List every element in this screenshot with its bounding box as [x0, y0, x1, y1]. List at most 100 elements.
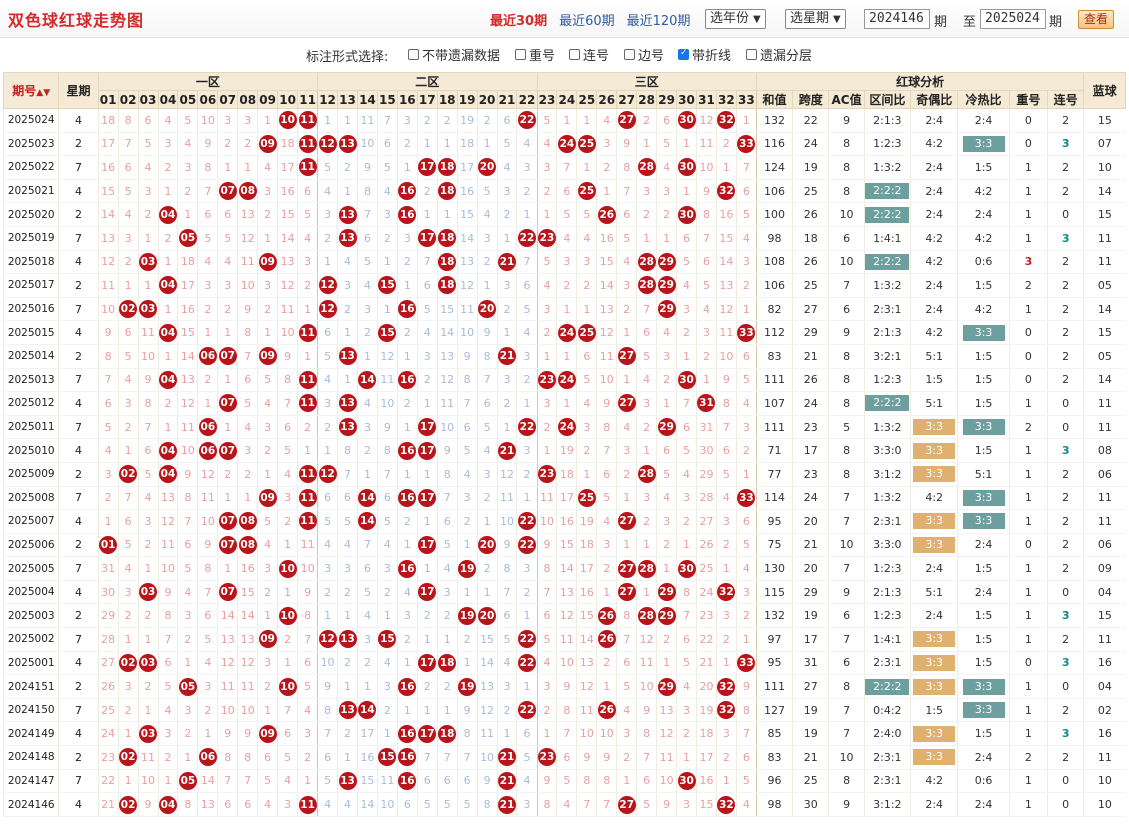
number-cell: 16 — [396, 179, 418, 204]
option-repeat[interactable]: 重号 — [515, 45, 555, 64]
checkbox[interactable] — [678, 48, 689, 60]
week-select[interactable]: 选星期 ▼ — [785, 9, 846, 29]
table-row: 2025009 2 3 02 5 04 9 12 2 2 1 4 11 12 7 1 7 1 1 8 4 3 12 2 23 18… — [2, 461, 1126, 487]
analysis-zone-cell: 1:2:3 — [863, 603, 911, 629]
number-cell: 2 — [117, 603, 139, 629]
number-cell: 22 — [516, 509, 538, 534]
analysis-span-cell: 19 — [792, 721, 829, 747]
number-cell: 1 — [636, 533, 657, 558]
number-cell: 1 — [476, 579, 498, 605]
analysis-value: 3:1:2 — [873, 467, 902, 481]
number-cell: 1 — [137, 697, 158, 723]
number-cell: 1 — [416, 556, 438, 581]
issue-header[interactable]: 期号▲▼ — [2, 72, 60, 109]
number-cell: 2 — [576, 273, 597, 298]
red-ball: 26 — [597, 606, 616, 625]
analysis-value: 1 — [1024, 727, 1032, 741]
analysis-value: 2:2:2 — [865, 253, 910, 270]
link-recent-30[interactable]: 最近30期 — [490, 10, 547, 29]
number-cell: 10 — [197, 509, 218, 534]
number-cell: 2 — [197, 297, 218, 322]
number-cell: 24 — [556, 415, 577, 440]
number-cell: 6 — [197, 603, 218, 629]
number-cell: 9 — [376, 415, 398, 440]
analysis-zone-cell: 1:3:2 — [863, 486, 911, 511]
checkbox[interactable] — [515, 49, 526, 60]
analysis-sum-cell: 85 — [755, 721, 793, 747]
checkbox[interactable] — [408, 49, 419, 60]
checkbox[interactable] — [746, 49, 757, 60]
red-ball: 05 — [178, 677, 197, 696]
week-cell: 2 — [58, 343, 99, 369]
red-ball: 04 — [158, 323, 177, 342]
number-cell: 28 — [636, 273, 657, 298]
option-edge[interactable]: 边号 — [624, 45, 664, 64]
option-consecutive[interactable]: 连号 — [569, 45, 609, 64]
from-issue-input[interactable]: 2024146 — [864, 9, 930, 29]
number-cell: 1 — [436, 697, 458, 723]
analysis-value: 3 — [1061, 231, 1070, 245]
analysis-rep-cell: 1 — [1008, 225, 1048, 251]
analysis-ch-cell: 4:2 — [957, 179, 1010, 204]
red-ball: 14 — [358, 512, 377, 531]
red-ball: 29 — [657, 418, 676, 437]
number-cell: 8 — [676, 579, 697, 605]
number-cell: 04 — [157, 438, 178, 463]
number-cell: 7 — [356, 202, 378, 227]
number-cell: 3 — [376, 674, 398, 699]
number-cell: 2 — [396, 509, 418, 534]
checkbox[interactable] — [569, 49, 580, 60]
number-cell: 3 — [396, 225, 418, 251]
number-cell: 1 — [137, 627, 158, 652]
red-ball: 11 — [298, 370, 317, 389]
number-cell: 5 — [536, 627, 557, 652]
number-cell: 2 — [396, 132, 418, 157]
number-cell: 2 — [616, 745, 637, 770]
number-cell: 4 — [436, 556, 458, 581]
number-cell: 3 — [656, 343, 677, 369]
red-ball: 18 — [438, 229, 457, 248]
number-cell: 11 — [277, 297, 298, 322]
number-cell: 18 — [436, 250, 458, 275]
number-cell: 4 — [337, 533, 358, 558]
red-ball: 25 — [577, 182, 596, 201]
week-cell: 7 — [58, 155, 99, 180]
number-cell: 1 — [297, 297, 319, 322]
view-button[interactable]: 查看 — [1078, 10, 1114, 29]
page-title: 双色球红球走势图 — [8, 10, 145, 30]
analysis-zone-cell: 2:2:2 — [863, 250, 911, 275]
number-cell: 12 — [317, 297, 338, 322]
analysis-value: 4:2 — [925, 774, 944, 788]
blue-ball-cell: 04 — [1083, 674, 1126, 699]
number-cell: 1 — [735, 297, 757, 322]
analysis-value: 2 — [1062, 278, 1070, 292]
analysis-con-cell: 0 — [1047, 391, 1084, 416]
analysis-rep-cell: 1 — [1008, 627, 1048, 652]
option-missing-layer[interactable]: 遗漏分层 — [746, 45, 812, 64]
number-cell: 29 — [656, 415, 677, 440]
issue-cell: 2025001 — [2, 651, 59, 676]
link-recent-60[interactable]: 最近60期 — [559, 10, 615, 29]
option-polyline[interactable]: 带折线 — [678, 45, 731, 64]
analysis-oe-cell: 5:1 — [910, 579, 958, 605]
analysis-value: 2:4 — [925, 562, 944, 576]
blue-ball-cell: 11 — [1083, 391, 1126, 416]
number-cell: 16 — [576, 579, 597, 605]
number-cell: 15 — [696, 792, 717, 817]
number-cell: 11 — [297, 108, 319, 133]
analysis-value: 17 — [803, 632, 818, 646]
link-recent-120[interactable]: 最近120期 — [627, 10, 691, 29]
number-cell: 2 — [476, 108, 498, 133]
week-cell: 4 — [58, 179, 99, 204]
analysis-zone-cell: 1:4:1 — [863, 627, 911, 652]
checkbox[interactable] — [624, 49, 635, 60]
number-cell: 3 — [676, 486, 697, 511]
number-cell: 19 — [456, 603, 478, 629]
year-select[interactable]: 选年份 ▼ — [705, 9, 766, 29]
to-issue-input[interactable]: 2025024 — [980, 9, 1046, 29]
analysis-zone-cell: 2:2:2 — [863, 391, 911, 416]
analysis-zone-cell: 1:3:2 — [863, 415, 911, 440]
number-cell: 9 — [197, 132, 218, 157]
option-no-missing[interactable]: 不带遗漏数据 — [408, 45, 500, 64]
blue-ball-cell: 06 — [1083, 461, 1126, 487]
